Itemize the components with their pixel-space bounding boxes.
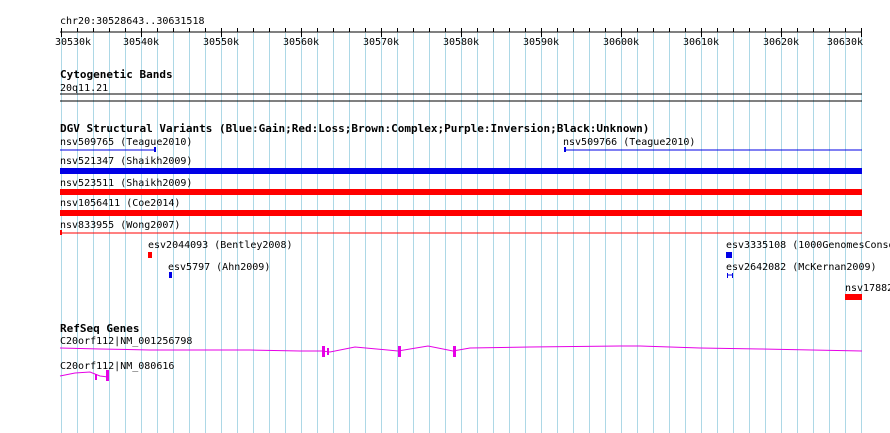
ruler-tick-label: 30630k xyxy=(827,37,863,48)
feature-nsv1056411[interactable] xyxy=(60,210,862,216)
ruler-tick-label: 30580k xyxy=(443,37,479,48)
feature-label-nsv509766[interactable]: nsv509766 (Teague2010) xyxy=(563,137,695,148)
ruler-tick-label: 30600k xyxy=(603,37,639,48)
feature-label-nsv523511[interactable]: nsv523511 (Shaikh2009) xyxy=(60,178,192,189)
feature-label-nsv1788[interactable]: nsv17882 xyxy=(845,283,890,294)
feature-label-nsv509765[interactable]: nsv509765 (Teague2010) xyxy=(60,137,192,148)
feature-esv2044093[interactable] xyxy=(148,252,152,258)
feature-esv3335108[interactable] xyxy=(726,252,732,258)
gene-label-1[interactable]: C20orf112|NM_001256798 xyxy=(60,336,192,347)
feature-nsv509766-start xyxy=(564,147,566,152)
feature-label-esv3335108[interactable]: esv3335108 (1000GenomesConso xyxy=(726,240,890,251)
feature-esv5797[interactable] xyxy=(169,272,172,278)
ruler-tick-label: 30530k xyxy=(55,37,91,48)
ruler-tick-label: 30620k xyxy=(763,37,799,48)
feature-label-nsv1056411[interactable]: nsv1056411 (Coe2014) xyxy=(60,198,180,209)
feature-label-nsv521347[interactable]: nsv521347 (Shaikh2009) xyxy=(60,156,192,167)
feature-nsv833955-start xyxy=(60,230,62,235)
feature-nsv1788[interactable] xyxy=(845,294,862,300)
gene1-exon-3 xyxy=(398,346,401,357)
gene2-exon-2 xyxy=(106,370,109,381)
feature-label-nsv833955[interactable]: nsv833955 (Wong2007) xyxy=(60,220,180,231)
ruler-tick-label: 30560k xyxy=(283,37,319,48)
ruler-tick-label: 30610k xyxy=(683,37,719,48)
gene1-exon-2 xyxy=(327,348,329,355)
genome-browser-canvas[interactable]: chr20:30528643..30631518 30530k 30540k 305… xyxy=(0,0,890,433)
ruler-tick-label: 30570k xyxy=(363,37,399,48)
cytoband-label[interactable]: 20q11.21 xyxy=(60,83,108,94)
ruler-tick-labels: 30530k 30540k 30550k 30560k 30570k 30580k 3059… xyxy=(55,37,863,48)
gene2-exon-1 xyxy=(95,374,97,380)
feature-nsv509765-end xyxy=(154,147,156,152)
ruler-tick-label: 30550k xyxy=(203,37,239,48)
feature-label-esv2642082[interactable]: esv2642082 (McKernan2009) xyxy=(726,262,877,273)
dgv-track-title: DGV Structural Variants (Blue:Gain;Red:L… xyxy=(60,122,649,135)
gene1-exon-1 xyxy=(322,346,325,357)
feature-nsv523511[interactable] xyxy=(60,189,862,195)
feature-label-esv5797[interactable]: esv5797 (Ahn2009) xyxy=(168,262,270,273)
refseq-track-title: RefSeq Genes xyxy=(60,322,139,335)
ruler-tick-label: 30590k xyxy=(523,37,559,48)
cytoband-track-title: Cytogenetic Bands xyxy=(60,68,173,81)
feature-label-esv2044093[interactable]: esv2044093 (Bentley2008) xyxy=(148,240,293,251)
gene-label-2[interactable]: C20orf112|NM_080616 xyxy=(60,361,174,372)
feature-nsv521347[interactable] xyxy=(60,168,862,174)
ruler-tick-label: 30540k xyxy=(123,37,159,48)
region-label: chr20:30528643..30631518 xyxy=(60,16,205,27)
gene1-exon-4 xyxy=(453,346,456,357)
